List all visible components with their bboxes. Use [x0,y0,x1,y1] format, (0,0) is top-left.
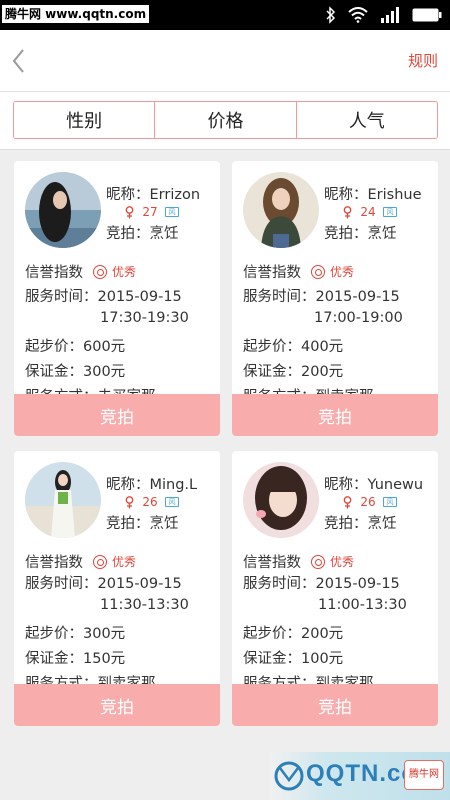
credit-level: 优秀 [112,265,137,279]
filter-tab-price[interactable]: 价格 [155,102,297,138]
credit-level: 优秀 [330,265,355,279]
chevron-left-icon[interactable] [10,48,30,74]
deposit: 保证金：200元 [243,364,344,380]
medal-icon [93,554,107,569]
age: 26 [142,495,158,509]
credit-row: 信誉指数 优秀 [243,551,354,572]
start-price: 起步价：200元 [243,626,344,642]
start-price: 起步价：300元 [25,626,126,642]
bid-button[interactable]: 竞拍 [232,394,438,436]
nickname: 昵称：Errizon [106,187,201,203]
avatar [25,462,101,538]
medal-icon [311,554,325,569]
status-icons [326,5,442,25]
female-icon [343,495,352,508]
rules-link[interactable]: 规则 [408,50,438,71]
bid-card[interactable]: 昵称：Ming.L 26 风 竞拍：烹饪 信誉指数 优秀 服务时间：2015-0… [14,451,220,726]
credit-level: 优秀 [112,555,137,569]
nickname: 昵称：Erishue [324,187,422,203]
bid-button[interactable]: 竞拍 [14,684,220,726]
female-icon [343,205,352,218]
start-price: 起步价：400元 [243,339,344,355]
profile-meta: 27 风 [124,205,179,219]
service-hours: 17:00-19:00 [314,310,403,326]
age: 24 [360,205,376,219]
filter-tab-gender[interactable]: 性别 [14,102,156,138]
female-icon [125,205,134,218]
nickname: 昵称：Ming.L [106,477,198,493]
profile-meta: 24 风 [342,205,397,219]
bid-button[interactable]: 竞拍 [232,684,438,726]
site-logo: QQTN.com 腾牛网 [270,752,450,800]
deposit: 保证金：150元 [25,651,126,667]
avatar [25,172,101,248]
credit-label: 信誉指数 [243,555,301,571]
service-hours: 11:30-13:30 [100,597,189,613]
service-time: 服务时间：2015-09-15 [25,289,182,305]
profile-meta: 26 风 [342,495,397,509]
watermark: 腾牛网 www.qqtn.com [2,5,150,23]
service-hours: 17:30-19:30 [100,310,189,326]
medal-icon [311,264,325,279]
logo-badge: 腾牛网 [404,760,444,790]
deposit: 保证金：100元 [243,651,344,667]
service-time: 服务时间：2015-09-15 [243,576,400,592]
bid-type: 竞拍：烹饪 [324,226,397,242]
medal-icon [93,264,107,279]
app-header: 规则 [0,30,450,92]
bluetooth-icon [326,6,336,24]
credit-label: 信誉指数 [25,265,83,281]
credit-label: 信誉指数 [243,265,301,281]
service-hours: 11:00-13:30 [318,597,407,613]
bid-type: 竞拍：烹饪 [106,226,179,242]
battery-icon [412,8,442,22]
avatar [243,172,319,248]
deposit: 保证金：300元 [25,364,126,380]
credit-row: 信誉指数 优秀 [25,551,136,572]
start-price: 起步价：600元 [25,339,126,355]
signal-icon [381,7,399,23]
nickname: 昵称：Yunewu [324,477,424,493]
style-tag: 风 [383,497,397,507]
female-icon [125,495,134,508]
style-tag: 风 [165,497,179,507]
credit-row: 信誉指数 优秀 [25,261,136,282]
avatar [243,462,319,538]
credit-label: 信誉指数 [25,555,83,571]
service-time: 服务时间：2015-09-15 [243,289,400,305]
bid-card[interactable]: 昵称：Erishue 24 风 竞拍：烹饪 信誉指数 优秀 服务时间：2015-… [232,161,438,436]
profile-meta: 26 风 [124,495,179,509]
bid-type: 竞拍：烹饪 [324,516,397,532]
service-time: 服务时间：2015-09-15 [25,576,182,592]
filter-bar: 性别 价格 人气 [0,92,450,150]
credit-row: 信誉指数 优秀 [243,261,354,282]
bid-button[interactable]: 竞拍 [14,394,220,436]
bid-card[interactable]: 昵称：Yunewu 26 风 竞拍：烹饪 信誉指数 优秀 服务时间：2015-0… [232,451,438,726]
bid-card[interactable]: 昵称：Errizon 27 风 竞拍：烹饪 信誉指数 优秀 服务时间：2015-… [14,161,220,436]
age: 27 [142,205,158,219]
logo-mark-icon [274,761,304,791]
wifi-icon [348,7,368,23]
style-tag: 风 [383,207,397,217]
age: 26 [360,495,376,509]
credit-level: 优秀 [330,555,355,569]
style-tag: 风 [165,207,179,217]
bid-type: 竞拍：烹饪 [106,516,179,532]
status-bar: 腾牛网 www.qqtn.com [0,0,450,30]
filter-tab-popularity[interactable]: 人气 [297,102,437,138]
filter-tabs: 性别 价格 人气 [13,101,438,139]
